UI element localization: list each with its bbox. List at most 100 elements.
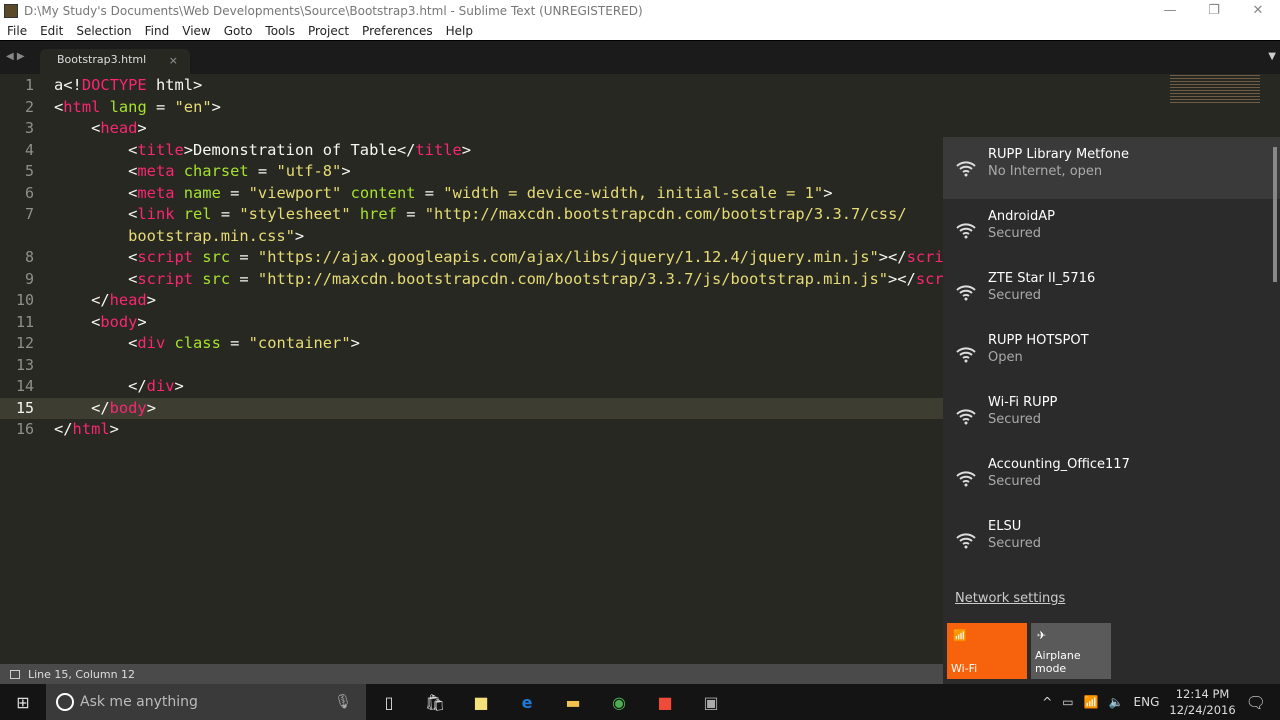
menu-view[interactable]: View (175, 24, 216, 38)
action-center-icon[interactable]: 🗨 (1246, 693, 1266, 712)
code-token: > (109, 420, 119, 438)
tab-bootstrap3[interactable]: Bootstrap3.html × (40, 49, 190, 75)
code-token: < (54, 334, 138, 352)
wifi-toggle-tile[interactable]: 📶 Wi-Fi (947, 623, 1027, 679)
task-view-icon[interactable]: ▯ (366, 693, 412, 712)
menu-file[interactable]: File (0, 24, 33, 38)
code-token: > (174, 377, 184, 395)
code-token: = (211, 205, 240, 223)
line-number: 15 (0, 397, 44, 419)
code-token: > (137, 312, 147, 331)
volume-icon[interactable]: 🔈 (1109, 695, 1124, 709)
code-line: <html lang = "en"> (54, 97, 1274, 119)
code-token: "width = device-width, initial-scale = 1… (443, 183, 824, 202)
search-placeholder: Ask me anything (80, 694, 198, 710)
tab-list-icon[interactable]: ▼ (1268, 51, 1276, 62)
code-token: html (72, 420, 110, 438)
line-number: 9 (24, 269, 34, 288)
code-token: body (109, 398, 147, 417)
line-number: 11 (15, 312, 34, 331)
battery-icon[interactable]: ▭ (1062, 695, 1073, 709)
store-icon[interactable]: 🛍 (412, 693, 458, 712)
tab-close-icon[interactable]: × (169, 54, 178, 67)
app-s-icon[interactable]: ■ (642, 693, 688, 712)
wifi-open-shield-icon (955, 343, 977, 363)
code-token: > (823, 183, 833, 202)
cortana-search-box[interactable]: Ask me anything 🎙 (46, 684, 366, 720)
tab-nav-arrows-icon[interactable]: ◀ ▶ (6, 51, 25, 62)
menu-project[interactable]: Project (301, 24, 355, 38)
menu-find[interactable]: Find (138, 24, 176, 38)
maximize-button[interactable]: ❐ (1192, 0, 1236, 22)
clock[interactable]: 12:14 PM 12/24/2016 (1169, 686, 1235, 718)
network-name: ELSU (988, 519, 1022, 534)
code-token: = (415, 183, 444, 202)
code-token: < (54, 162, 138, 180)
file-explorer-icon[interactable]: ▬ (550, 693, 596, 712)
code-token: = (396, 205, 425, 223)
code-token: src (202, 248, 231, 266)
minimize-button[interactable]: — (1148, 0, 1192, 22)
code-token: > (146, 398, 156, 417)
network-item[interactable]: RUPP Library Metfone No Internet, open (943, 137, 1280, 199)
sublime-text-icon[interactable]: ▣ (688, 693, 734, 712)
code-token: > (137, 119, 147, 137)
minimap[interactable] (1170, 75, 1260, 105)
console-toggle-icon[interactable] (10, 669, 20, 679)
airplane-mode-tile[interactable]: ✈ Airplane mode (1031, 623, 1111, 679)
menu-tools[interactable]: Tools (258, 24, 301, 38)
line-number: 13 (15, 355, 34, 374)
network-item[interactable]: AndroidAP Secured (943, 199, 1280, 261)
network-item[interactable]: RUPP HOTSPOT Open (943, 323, 1280, 385)
code-token: DOCTYPE (81, 76, 147, 94)
line-number: 10 (15, 291, 34, 309)
show-hidden-icons[interactable]: ^ (1042, 695, 1052, 709)
code-token: = (230, 269, 258, 288)
code-token: </ (54, 398, 110, 417)
code-token: lang (109, 97, 147, 116)
network-warning-icon[interactable]: 📶 (1084, 695, 1099, 709)
network-item[interactable]: ELSU Secured (943, 509, 1280, 571)
menu-goto[interactable]: Goto (217, 24, 259, 38)
menu-help[interactable]: Help (439, 24, 479, 38)
microphone-icon[interactable]: 🎙 (334, 694, 352, 710)
code-line: a<!DOCTYPE html> (54, 75, 1274, 97)
line-number: 16 (15, 420, 34, 438)
menu-edit[interactable]: Edit (33, 24, 69, 38)
code-token: title (415, 140, 462, 159)
edge-icon[interactable]: e (504, 693, 550, 712)
clock-time: 12:14 PM (1175, 687, 1230, 701)
chrome-icon[interactable]: ◉ (596, 693, 642, 712)
code-token: class (174, 334, 221, 352)
menu-selection[interactable]: Selection (69, 24, 137, 38)
code-token: = (220, 334, 249, 352)
code-token: < (54, 312, 101, 331)
sticky-notes-icon[interactable]: ■ (458, 693, 504, 712)
windows-start-icon[interactable]: ⊞ (0, 693, 46, 712)
network-item[interactable]: Accounting_Office117 Secured (943, 447, 1280, 509)
code-token: </ (54, 377, 147, 395)
wifi-tile-label: Wi-Fi (951, 662, 978, 675)
network-item[interactable]: Wi-Fi RUPP Secured (943, 385, 1280, 447)
code-token: > (146, 291, 156, 309)
language-indicator[interactable]: ENG (1134, 695, 1160, 709)
network-name: ZTE Star II_5716 (988, 271, 1096, 286)
code-token: bootstrap.min.css" (54, 226, 295, 245)
code-token: "stylesheet" (239, 205, 351, 223)
close-button[interactable]: ✕ (1236, 0, 1280, 22)
code-token: = (220, 183, 249, 202)
network-name: Accounting_Office117 (988, 457, 1130, 472)
network-settings-link[interactable]: Network settings (955, 591, 1065, 606)
network-list-scrollbar[interactable] (1273, 147, 1277, 282)
code-token: > (211, 97, 221, 116)
wifi-signal-icon (955, 467, 977, 487)
network-status: Secured (988, 226, 1041, 241)
code-token: name (183, 183, 221, 202)
airplane-tile-label: Airplane mode (1035, 649, 1081, 675)
menu-preferences[interactable]: Preferences (355, 24, 439, 38)
line-number-gutter: 1 2 3 4 5 6 7 8 9 10 11 12 13 14 15 16 (0, 75, 44, 441)
network-item[interactable]: ZTE Star II_5716 Secured (943, 261, 1280, 323)
